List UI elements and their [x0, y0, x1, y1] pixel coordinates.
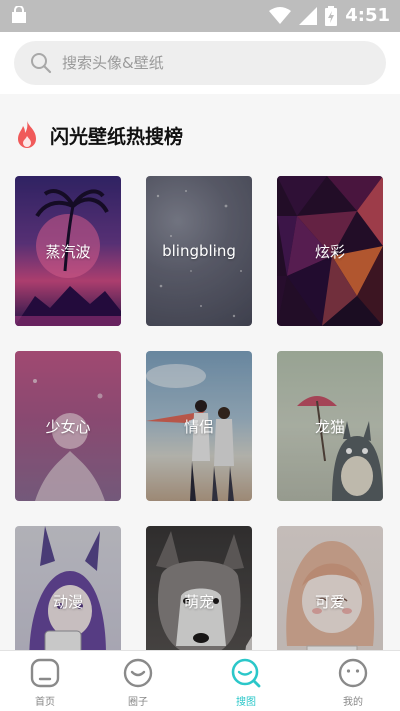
search-area	[0, 32, 400, 94]
card-label: 龙猫	[314, 417, 345, 436]
nav-item-search-image[interactable]: 搜图	[196, 657, 296, 708]
wallpaper-card-cute[interactable]: 可爱	[277, 526, 383, 650]
wallpaper-card-girly[interactable]: 少女心	[15, 351, 121, 501]
search-bar[interactable]	[14, 41, 386, 85]
fire-icon	[18, 121, 36, 148]
search-image-icon	[231, 658, 261, 688]
nav-item-profile[interactable]: 我的	[303, 657, 400, 708]
section-header: 闪光壁纸热搜榜	[14, 120, 183, 150]
home-icon	[30, 658, 60, 688]
nav-item-circle[interactable]: 圈子	[88, 657, 188, 708]
card-label: 情侣	[183, 417, 214, 436]
section-title: 闪光壁纸热搜榜	[50, 125, 184, 148]
wallpaper-card-totoro[interactable]: 龙猫	[277, 351, 383, 501]
card-overlay	[15, 526, 121, 650]
wallpaper-card-blingbling[interactable]: blingbling	[146, 176, 252, 326]
wallpaper-card-anime[interactable]: 动漫	[15, 526, 121, 650]
card-label: 蒸汽波	[45, 242, 91, 261]
card-label: 可爱	[314, 592, 345, 611]
wallpaper-card-couple[interactable]: 情侣	[146, 351, 252, 501]
search-input[interactable]	[62, 54, 342, 72]
nav-label: 搜图	[236, 697, 256, 708]
card-label: 炫彩	[314, 242, 345, 261]
wallpaper-card-vaporwave[interactable]: 蒸汽波	[15, 176, 121, 326]
card-label: 少女心	[45, 417, 91, 436]
card-overlay	[146, 526, 252, 650]
profile-face-icon	[338, 658, 368, 688]
nav-item-home[interactable]: 首页	[0, 657, 95, 708]
signal-icon	[299, 6, 318, 25]
wallpaper-card-pets[interactable]: 萌宠	[146, 526, 252, 650]
shopping-bag-icon	[12, 6, 26, 23]
nav-label: 首页	[35, 697, 55, 708]
battery-icon	[325, 5, 338, 26]
search-icon	[31, 53, 52, 74]
status-bar: 4:51	[0, 0, 400, 32]
card-label: 萌宠	[183, 592, 214, 611]
nav-label: 我的	[343, 697, 363, 708]
wallpaper-card-colorful[interactable]: 炫彩	[277, 176, 383, 326]
card-label: blingbling	[162, 242, 236, 260]
card-label: 动漫	[52, 592, 83, 611]
card-overlay	[277, 526, 383, 650]
main-content: 闪光壁纸热搜榜 蒸汽波 blingbling 炫彩 少女心 情侣 龙猫 动漫 萌…	[0, 94, 400, 650]
circle-face-icon	[123, 658, 153, 688]
nav-label: 圈子	[128, 697, 148, 708]
bottom-navigation: 首页 圈子 搜图 我的	[0, 650, 400, 711]
wifi-icon	[269, 6, 292, 24]
status-time: 4:51	[345, 5, 390, 26]
